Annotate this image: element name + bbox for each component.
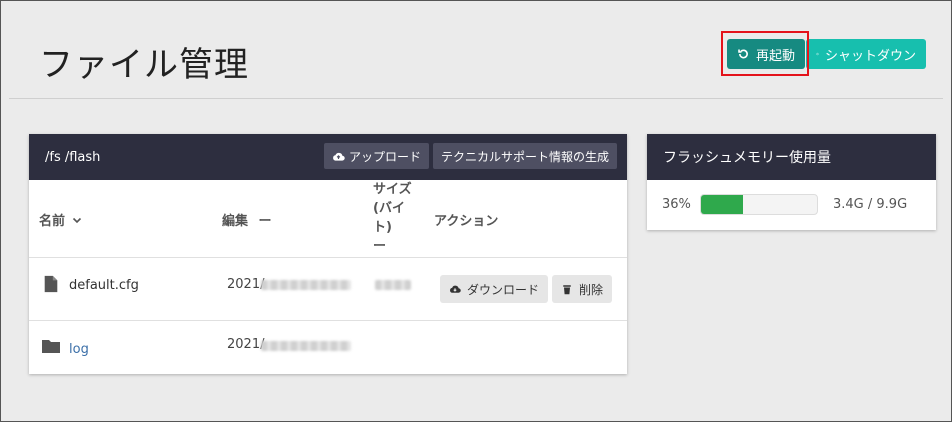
restart-button[interactable]: 再起動 <box>727 39 805 69</box>
column-edited-label: 編集 <box>222 214 249 229</box>
shutdown-button[interactable]: シャットダウン <box>806 39 926 69</box>
folder-icon <box>42 340 60 353</box>
redacted-date <box>261 280 351 290</box>
column-header-name[interactable]: 名前 <box>39 210 83 229</box>
column-header-size[interactable]: サイズ (バイ ト) ー <box>373 180 412 256</box>
file-panel: /fs /flash アップロード テクニカルサポート情報の生成 名前 編集 ー… <box>29 134 627 374</box>
file-panel-header: /fs /flash アップロード テクニカルサポート情報の生成 <box>29 134 627 180</box>
power-icon <box>816 52 819 56</box>
generate-support-info-button[interactable]: テクニカルサポート情報の生成 <box>432 143 617 169</box>
column-size-line2: (バイ <box>373 201 405 216</box>
row-divider <box>29 257 627 258</box>
row-divider <box>29 320 627 321</box>
delete-label: 削除 <box>579 282 604 297</box>
delete-button[interactable]: 削除 <box>552 275 613 303</box>
cloud-download-icon <box>450 285 461 293</box>
file-name-default-cfg[interactable]: default.cfg <box>69 278 139 293</box>
redacted-date <box>261 341 351 351</box>
file-icon <box>44 275 58 293</box>
redacted-size <box>375 280 411 290</box>
column-size-line1: サイズ <box>373 182 412 197</box>
column-size-sort: ー <box>373 239 387 254</box>
file-management-page: ファイル管理 再起動 シャットダウン /fs /flash アップロード テクニ… <box>0 0 952 422</box>
current-path: /fs /flash <box>45 149 101 165</box>
column-header-actions: アクション <box>434 214 499 229</box>
chevron-down-icon <box>72 217 82 223</box>
column-size-line3: ト) <box>373 220 392 235</box>
flash-usage-amount: 3.4G / 9.9G <box>833 197 908 212</box>
file-date: 2021/ <box>227 277 265 292</box>
restart-icon <box>738 49 748 59</box>
download-label: ダウンロード <box>467 282 540 297</box>
header-divider <box>9 98 943 99</box>
column-edited-sort: ー <box>258 214 272 229</box>
folder-date: 2021/ <box>227 337 265 352</box>
upload-button[interactable]: アップロード <box>323 143 429 169</box>
flash-usage-percent: 36% <box>662 197 691 212</box>
shutdown-label: シャットダウン <box>824 48 916 64</box>
flash-usage-title: フラッシュメモリー使用量 <box>647 134 936 180</box>
trash-icon <box>563 285 571 295</box>
page-title: ファイル管理 <box>39 45 249 85</box>
flash-usage-bar <box>700 194 818 215</box>
flash-usage-panel: フラッシュメモリー使用量 36% 3.4G / 9.9G <box>647 134 936 230</box>
flash-usage-bar-fill <box>701 195 743 214</box>
download-button[interactable]: ダウンロード <box>440 275 549 303</box>
column-name-label: 名前 <box>39 214 66 229</box>
folder-name-log[interactable]: log <box>69 342 89 357</box>
upload-label: アップロード <box>348 149 421 164</box>
column-header-edited[interactable]: 編集 ー <box>222 210 272 229</box>
restart-label: 再起動 <box>755 48 795 64</box>
generate-support-info-label: テクニカルサポート情報の生成 <box>440 149 609 164</box>
cloud-upload-icon <box>333 152 345 161</box>
